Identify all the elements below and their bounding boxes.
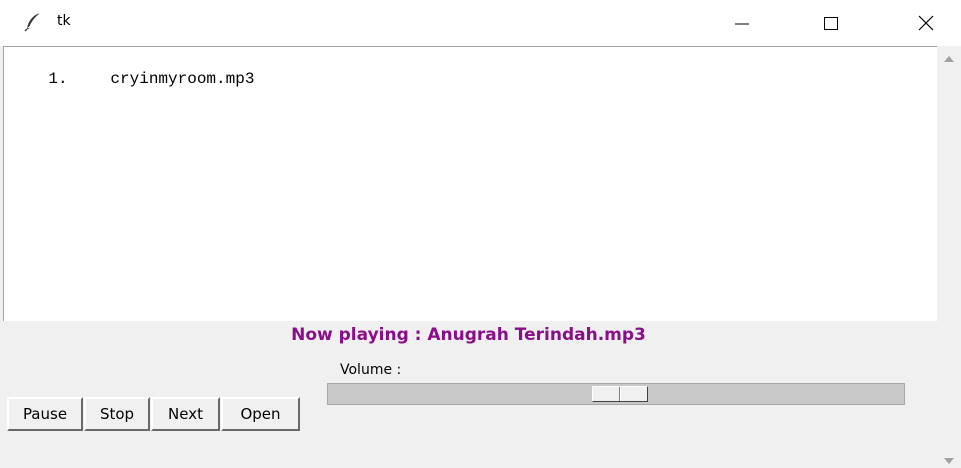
slider-handle-groove: [619, 387, 621, 401]
next-button[interactable]: Next: [151, 397, 220, 431]
maximize-button[interactable]: [800, 0, 862, 46]
close-button[interactable]: [895, 0, 957, 46]
feather-icon: [24, 12, 42, 32]
vertical-scrollbar[interactable]: [937, 46, 961, 468]
list-item-number: 1.: [48, 70, 68, 88]
playlist-listbox[interactable]: 1. cryinmyroom.mp3: [3, 46, 937, 321]
volume-label: Volume :: [340, 362, 402, 378]
minimize-icon: [735, 23, 749, 25]
minimize-button[interactable]: [711, 0, 773, 46]
maximize-icon: [824, 17, 838, 30]
open-button[interactable]: Open: [221, 397, 300, 431]
scroll-up-arrow-icon[interactable]: [944, 56, 954, 62]
now-playing-label: Now playing : Anugrah Terindah.mp3: [291, 325, 646, 345]
stop-button[interactable]: Stop: [84, 397, 150, 431]
list-item[interactable]: 1. cryinmyroom.mp3: [10, 52, 254, 106]
close-icon: [918, 15, 934, 31]
window-title: tk: [57, 13, 71, 29]
pause-button[interactable]: Pause: [7, 397, 83, 431]
scroll-down-arrow-icon[interactable]: [944, 458, 954, 464]
list-item-filename: cryinmyroom.mp3: [110, 70, 255, 88]
volume-slider-handle[interactable]: [592, 386, 648, 402]
title-bar: tk: [0, 0, 961, 46]
volume-slider[interactable]: [327, 383, 905, 405]
